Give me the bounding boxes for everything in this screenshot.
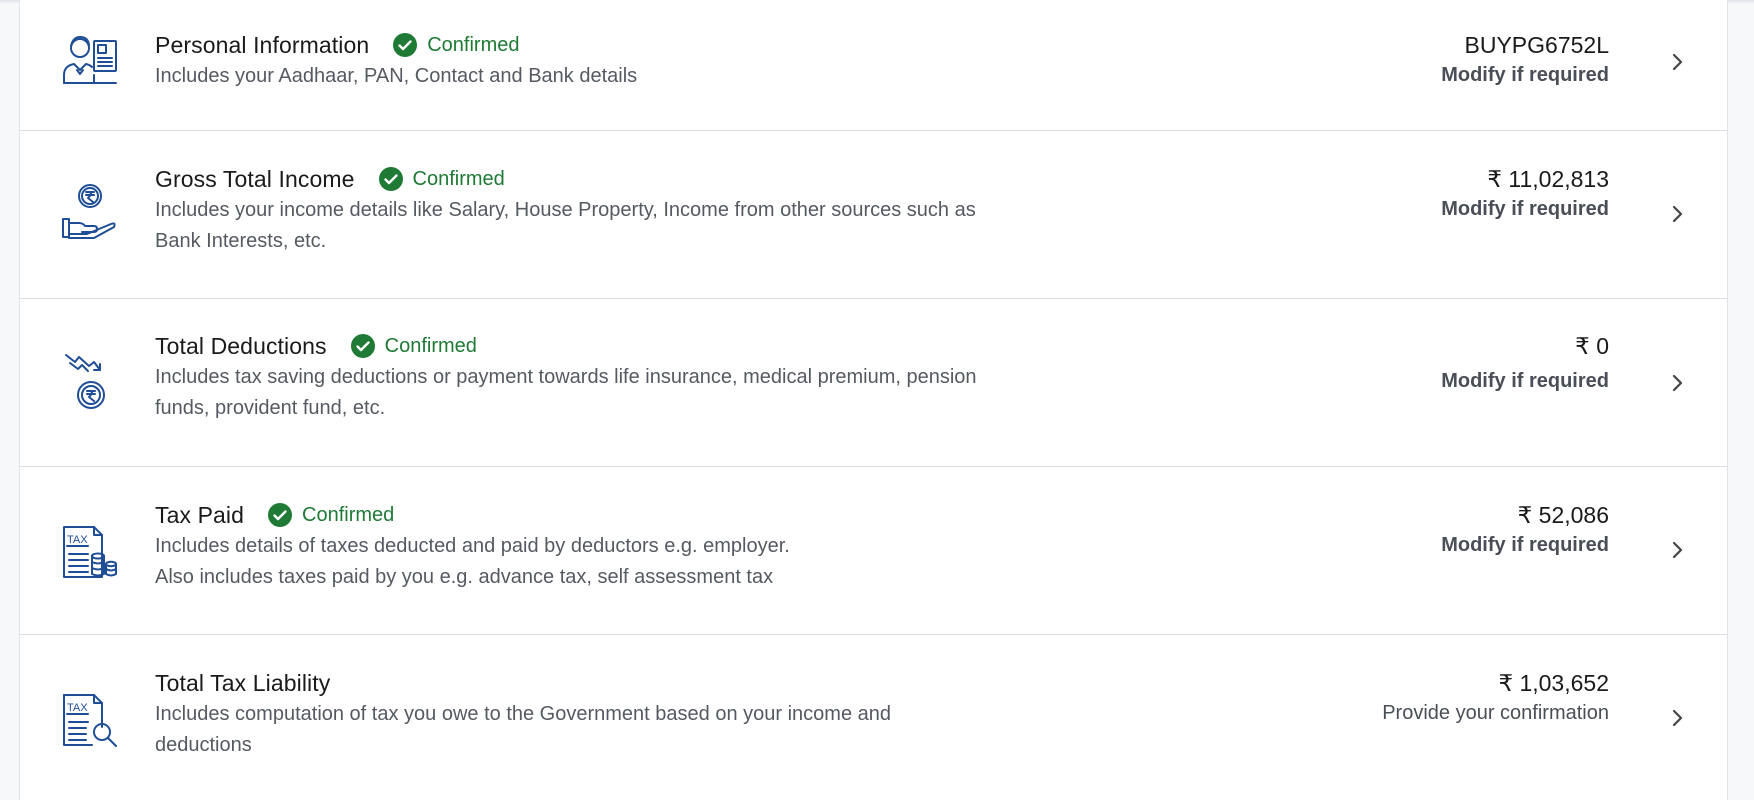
modify-link[interactable]: Modify if required [1441,60,1609,91]
tax-document-coins-icon: TAX [60,523,120,583]
tax-document-search-icon: TAX [60,691,120,751]
row-content: Gross Total Income Confirmed Includes yo… [155,164,1055,257]
row-title: Personal Information [155,31,370,58]
row-right: ₹ 52,086 Modify if required [1441,500,1609,561]
status-badge: Confirmed [393,33,520,57]
title-line: Total Tax Liability [155,668,1055,698]
confirmation-link[interactable]: Provide your confirmation [1382,698,1609,729]
row-title: Tax Paid [155,501,245,528]
status-badge: Confirmed [268,503,394,527]
row-total-tax-liability[interactable]: TAX Total Tax Liability Includes computa… [20,635,1727,800]
row-description: Includes details of taxes deducted and p… [155,531,1055,593]
check-circle-icon [378,167,403,191]
row-right: ₹ 11,02,813 Modify if required [1441,164,1609,225]
row-value: ₹ 52,086 [1517,502,1609,528]
chevron-right-icon[interactable] [1667,204,1687,224]
description-line-2: Also includes taxes paid by you e.g. adv… [155,566,774,588]
description-line-2: deductions [155,734,252,756]
modify-link[interactable]: Modify if required [1441,194,1609,225]
summary-card: Personal Information Confirmed Includes … [19,0,1728,800]
check-circle-icon [350,334,375,358]
row-value: ₹ 11,02,813 [1487,166,1609,192]
row-content: Total Deductions Confirmed Includes tax … [155,331,1055,424]
row-right: ₹ 0 Modify if required [1441,331,1609,397]
row-right: ₹ 1,03,652 Provide your confirmation [1382,668,1609,729]
chevron-right-icon[interactable] [1667,540,1687,560]
description-line-1: Includes computation of tax you owe to t… [155,703,891,725]
title-line: Total Deductions Confirmed [155,331,1055,361]
status-text: Confirmed [412,167,505,190]
modify-link[interactable]: Modify if required [1441,530,1609,561]
description-line-2: Bank Interests, etc. [155,230,327,252]
title-line: Personal Information Confirmed [155,30,1055,60]
income-hand-icon [60,183,120,243]
status-text: Confirmed [302,503,395,526]
svg-text:TAX: TAX [67,534,88,546]
row-content: Personal Information Confirmed Includes … [155,30,1055,92]
description-line-2: funds, provident fund, etc. [155,397,386,419]
row-value: ₹ 1,03,652 [1498,670,1609,696]
status-text: Confirmed [384,334,477,357]
row-right: BUYPG6752L Modify if required [1441,30,1609,91]
row-title: Total Deductions [155,332,327,359]
chevron-right-icon[interactable] [1667,52,1687,72]
row-gross-total-income[interactable]: Gross Total Income Confirmed Includes yo… [20,131,1727,299]
row-description: Includes your Aadhaar, PAN, Contact and … [155,65,638,87]
row-value: ₹ 0 [1575,333,1609,359]
personal-info-icon [60,31,120,91]
row-value: BUYPG6752L [1464,32,1609,58]
row-content: Tax Paid Confirmed Includes details of t… [155,500,1055,593]
description-line-1: Includes tax saving deductions or paymen… [155,366,977,388]
row-description: Includes computation of tax you owe to t… [155,699,1055,761]
row-title: Total Tax Liability [155,669,331,696]
description-line-1: Includes your income details like Salary… [155,199,976,221]
status-badge: Confirmed [350,334,477,358]
row-description: Includes tax saving deductions or paymen… [155,362,1055,424]
row-personal-information[interactable]: Personal Information Confirmed Includes … [20,0,1727,131]
row-description: Includes your income details like Salary… [155,195,1055,257]
chevron-right-icon[interactable] [1667,708,1687,728]
description-line-1: Includes details of taxes deducted and p… [155,535,790,557]
row-total-deductions[interactable]: Total Deductions Confirmed Includes tax … [20,299,1727,467]
check-circle-icon [393,33,418,57]
title-line: Tax Paid Confirmed [155,500,1055,530]
row-tax-paid[interactable]: TAX Tax Paid Confirmed Includes details … [20,467,1727,635]
status-text: Confirmed [427,33,520,56]
status-badge: Confirmed [378,167,505,191]
row-title: Gross Total Income [155,165,355,192]
chevron-right-icon[interactable] [1667,373,1687,393]
svg-text:TAX: TAX [67,702,88,714]
row-content: Total Tax Liability Includes computation… [155,668,1055,761]
deduction-trend-icon [60,351,120,411]
check-circle-icon [268,503,293,527]
title-line: Gross Total Income Confirmed [155,164,1055,194]
modify-link[interactable]: Modify if required [1441,366,1609,397]
